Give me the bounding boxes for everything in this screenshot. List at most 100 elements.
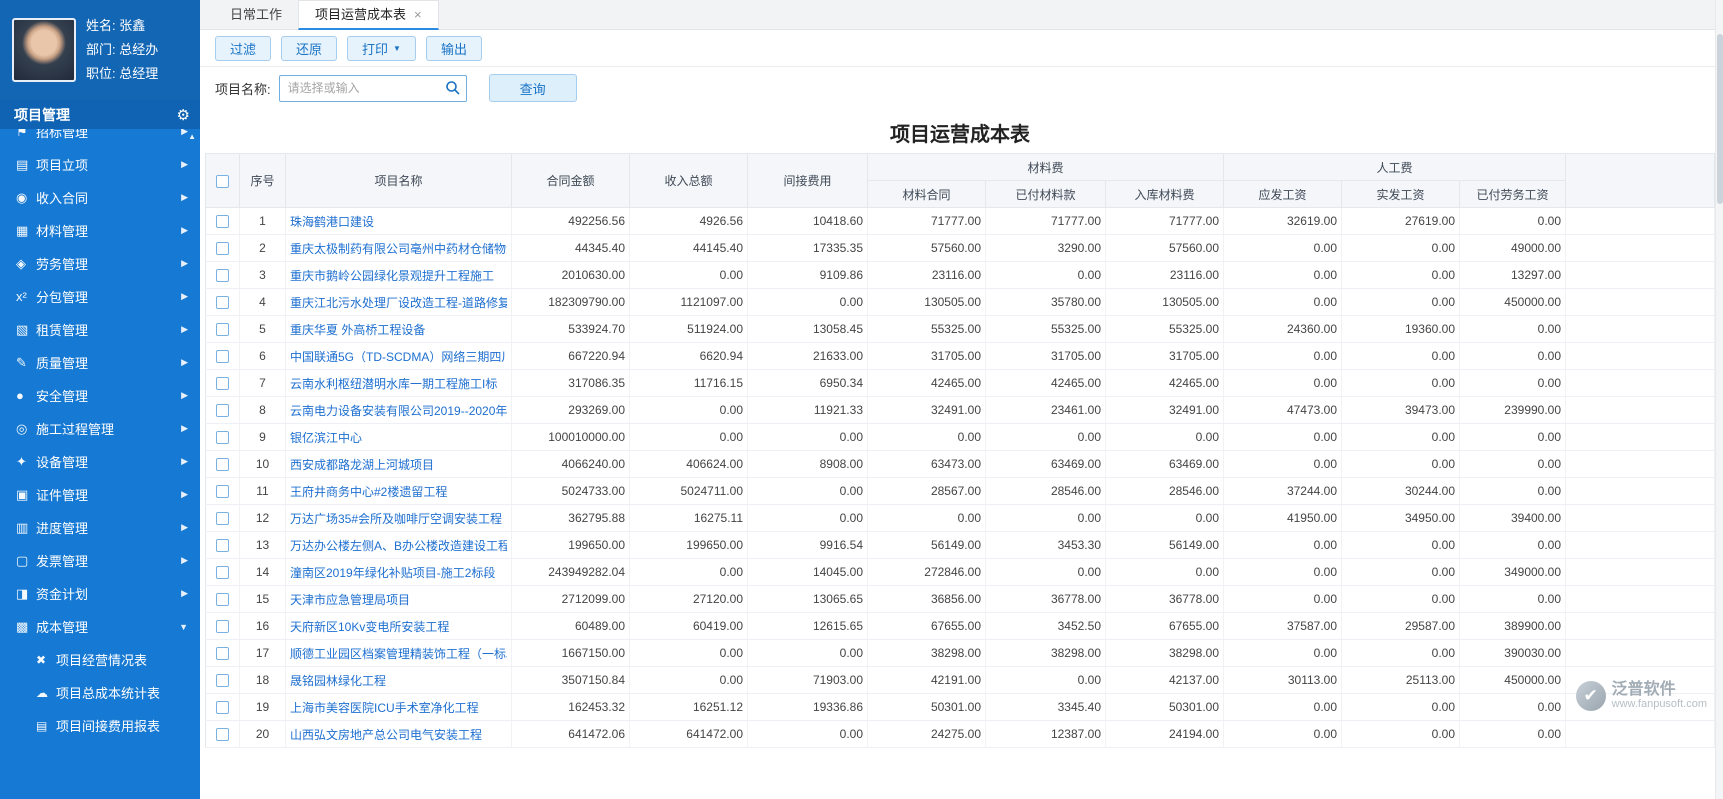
project-name-link[interactable]: 晟铭园林绿化工程 <box>290 672 507 689</box>
menu-scroll-up-icon[interactable]: ▲ <box>188 132 196 141</box>
row-checkbox[interactable] <box>216 701 229 714</box>
project-name-link[interactable]: 万达办公楼左侧A、B办公楼改造建设工程 <box>290 537 507 554</box>
column-header-project-name[interactable]: 项目名称 <box>286 154 512 208</box>
output-button[interactable]: 输出 <box>426 36 482 61</box>
project-name-link[interactable]: 西安成都路龙湖上河城项目 <box>290 456 507 473</box>
column-header-paid-wages[interactable]: 实发工资 <box>1342 181 1460 208</box>
row-checkbox[interactable] <box>216 458 229 471</box>
row-checkbox[interactable] <box>216 647 229 660</box>
query-button[interactable]: 查询 <box>489 74 577 102</box>
row-checkbox[interactable] <box>216 593 229 606</box>
project-name-link[interactable]: 上海市美容医院ICU手术室净化工程 <box>290 699 507 716</box>
amount-cell: 162453.32 <box>512 694 630 721</box>
row-checkbox[interactable] <box>216 566 229 579</box>
column-header-contract-amount[interactable]: 合同金额 <box>512 154 630 208</box>
column-header-no[interactable]: 序号 <box>240 154 286 208</box>
amount-cell: 23461.00 <box>986 397 1106 424</box>
sidebar-item-项目间接费用报表[interactable]: ▤项目间接费用报表 <box>0 709 200 742</box>
sidebar-section-project-management[interactable]: 项目管理 ⚙ <box>0 100 200 129</box>
sidebar-item-成本管理[interactable]: ▩成本管理▼ <box>0 610 200 643</box>
column-header-total-income[interactable]: 收入总额 <box>630 154 748 208</box>
toolbar: 过滤 还原 打印 ▼ 输出 <box>200 30 1723 67</box>
project-name-link[interactable]: 天府新区10Kv变电所安装工程 <box>290 618 507 635</box>
sidebar-item-发票管理[interactable]: ▢发票管理▶ <box>0 544 200 577</box>
column-header-paid-labor-wages[interactable]: 已付劳务工资 <box>1460 181 1566 208</box>
row-checkbox[interactable] <box>216 620 229 633</box>
row-checkbox[interactable] <box>216 728 229 741</box>
row-checkbox[interactable] <box>216 377 229 390</box>
amount-cell: 63469.00 <box>1106 451 1224 478</box>
row-checkbox[interactable] <box>216 674 229 687</box>
row-number: 13 <box>240 532 286 559</box>
labor-icon: ◈ <box>16 256 36 272</box>
project-name-link[interactable]: 王府井商务中心#2楼遗留工程 <box>290 483 507 500</box>
print-button[interactable]: 打印 ▼ <box>347 36 416 61</box>
column-header-payable-wages[interactable]: 应发工资 <box>1224 181 1342 208</box>
row-checkbox[interactable] <box>216 269 229 282</box>
search-icon[interactable] <box>445 80 461 96</box>
close-icon[interactable]: × <box>414 8 422 21</box>
project-name-link[interactable]: 重庆太极制药有限公司亳州中药材仓储物流 <box>290 240 507 257</box>
select-all-checkbox[interactable] <box>216 175 229 188</box>
project-name-link[interactable]: 重庆市鹅岭公园绿化景观提升工程施工 <box>290 267 507 284</box>
row-checkbox[interactable] <box>216 350 229 363</box>
amount-cell: 44345.40 <box>512 235 630 262</box>
sidebar-item-分包管理[interactable]: x²分包管理▶ <box>0 280 200 313</box>
restore-button[interactable]: 还原 <box>281 36 337 61</box>
row-checkbox[interactable] <box>216 215 229 228</box>
row-number: 10 <box>240 451 286 478</box>
project-name-input[interactable] <box>279 75 467 102</box>
column-header-paid-material[interactable]: 已付材料款 <box>986 181 1106 208</box>
filter-button[interactable]: 过滤 <box>215 36 271 61</box>
project-name-link[interactable]: 潼南区2019年绿化补贴项目-施工2标段 <box>290 564 507 581</box>
sidebar-item-收入合同[interactable]: ◉收入合同▶ <box>0 181 200 214</box>
project-name-link[interactable]: 重庆江北污水处理厂设改造工程-道路修复 <box>290 294 507 311</box>
project-name-link[interactable]: 山西弘文房地产总公司电气安装工程 <box>290 726 507 743</box>
sidebar-item-安全管理[interactable]: ●安全管理▶ <box>0 379 200 412</box>
gear-icon[interactable]: ⚙ <box>177 106 190 124</box>
row-checkbox[interactable] <box>216 485 229 498</box>
column-group-labor-cost: 人工费 <box>1224 154 1566 181</box>
sidebar-item-项目经营情况表[interactable]: ✖项目经营情况表 <box>0 643 200 676</box>
project-name-link[interactable]: 银亿滨江中心 <box>290 429 507 446</box>
sidebar-item-租赁管理[interactable]: ▧租赁管理▶ <box>0 313 200 346</box>
project-name-link[interactable]: 天津市应急管理局项目 <box>290 591 507 608</box>
amount-cell: 0.00 <box>1460 316 1566 343</box>
sidebar-item-设备管理[interactable]: ✦设备管理▶ <box>0 445 200 478</box>
project-name-link[interactable]: 顺德工业园区档案管理精装饰工程（一标段 <box>290 645 507 662</box>
column-header-warehoused-material[interactable]: 入库材料费 <box>1106 181 1224 208</box>
sidebar-item-质量管理[interactable]: ✎质量管理▶ <box>0 346 200 379</box>
project-name-link[interactable]: 云南水利枢纽潜明水库一期工程施工I标 <box>290 375 507 392</box>
sidebar-item-项目立项[interactable]: ▤项目立项▶ <box>0 148 200 181</box>
project-name-link[interactable]: 重庆华夏 外高桥工程设备 <box>290 321 507 338</box>
sidebar-item-进度管理[interactable]: ▥进度管理▶ <box>0 511 200 544</box>
project-name-link[interactable]: 中国联通5G（TD-SCDMA）网络三期四川 <box>290 348 507 365</box>
sidebar-item-证件管理[interactable]: ▣证件管理▶ <box>0 478 200 511</box>
project-name-link[interactable]: 万达广场35#会所及咖啡厅空调安装工程 <box>290 510 507 527</box>
project-name-link[interactable]: 云南电力设备安装有限公司2019--2020年度 <box>290 402 507 419</box>
sidebar-item-劳务管理[interactable]: ◈劳务管理▶ <box>0 247 200 280</box>
row-checkbox[interactable] <box>216 323 229 336</box>
scrollbar-thumb[interactable] <box>1717 34 1723 204</box>
sidebar-item-项目总成本统计表[interactable]: ☁项目总成本统计表 <box>0 676 200 709</box>
amount-cell: 511924.00 <box>630 316 748 343</box>
table-row: 20山西弘文房地产总公司电气安装工程641472.06641472.000.00… <box>206 721 1715 748</box>
amount-cell: 5024711.00 <box>630 478 748 505</box>
row-checkbox[interactable] <box>216 296 229 309</box>
sidebar-item-施工过程管理[interactable]: ◎施工过程管理▶ <box>0 412 200 445</box>
tab-project-operating-cost[interactable]: 项目运营成本表 × <box>298 0 439 30</box>
row-checkbox[interactable] <box>216 539 229 552</box>
amount-cell: 0.00 <box>1224 424 1342 451</box>
sidebar-item-资金计划[interactable]: ◨资金计划▶ <box>0 577 200 610</box>
project-name-link[interactable]: 珠海鹤港口建设 <box>290 213 507 230</box>
vertical-scrollbar[interactable] <box>1715 0 1723 799</box>
column-header-indirect-cost[interactable]: 间接费用 <box>748 154 868 208</box>
sidebar-item-材料管理[interactable]: ▦材料管理▶ <box>0 214 200 247</box>
row-checkbox[interactable] <box>216 404 229 417</box>
row-checkbox[interactable] <box>216 242 229 255</box>
row-checkbox[interactable] <box>216 512 229 525</box>
tab-daily-work[interactable]: 日常工作 <box>214 0 298 29</box>
row-checkbox[interactable] <box>216 431 229 444</box>
column-header-material-contract[interactable]: 材料合同 <box>868 181 986 208</box>
sidebar-item-招标管理[interactable]: ⚑招标管理▶ <box>0 129 200 148</box>
